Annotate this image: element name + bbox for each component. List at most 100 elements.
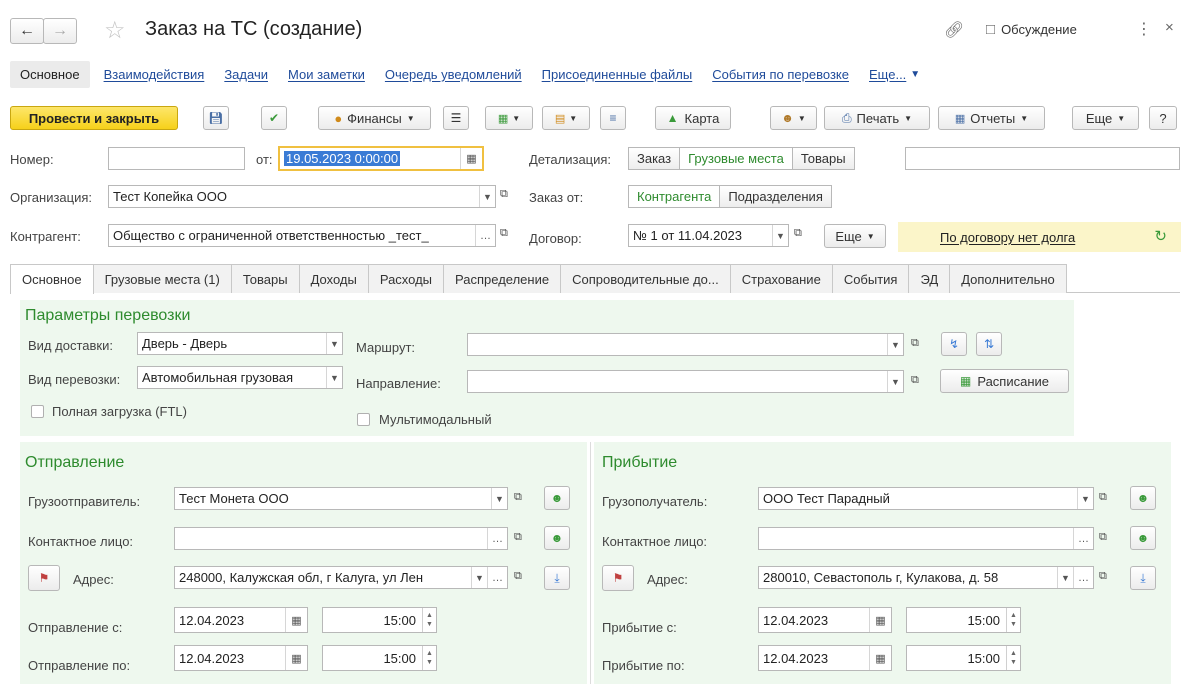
finance-button[interactable]: ● Финансы ▼ [318, 106, 431, 130]
open-icon[interactable]: ⧉ [514, 570, 522, 583]
contract-more-button[interactable]: Еще ▼ [824, 224, 886, 248]
calendar-icon[interactable]: ▦ [460, 148, 482, 169]
arrival-contact-field[interactable]: … [758, 527, 1094, 550]
schedule-button[interactable]: ▦ Расписание [940, 369, 1069, 393]
direction-field[interactable]: ▼ [467, 370, 904, 393]
tab-income[interactable]: Доходы [298, 264, 369, 293]
delivery-field[interactable]: Дверь - Дверь ▼ [137, 332, 343, 355]
users-dropdown-button[interactable]: ☻ ▼ [770, 106, 817, 130]
print-button[interactable]: ⎙ Печать ▼ [824, 106, 930, 130]
open-icon[interactable]: ⧉ [1099, 531, 1107, 544]
nav-item-more[interactable]: Еще... [869, 67, 906, 82]
select-person-icon[interactable]: ☻ [544, 486, 570, 510]
close-icon[interactable]: × [1165, 19, 1174, 36]
time-spinner-icon[interactable]: ▲ ▼ [422, 646, 436, 670]
address-map-icon[interactable]: ⚑ [28, 565, 60, 591]
refresh-icon[interactable]: ↻ [1154, 227, 1167, 245]
favorite-star-icon[interactable]: ☆ [104, 16, 126, 45]
transport-field[interactable]: Автомобильная грузовая ▼ [137, 366, 343, 389]
open-icon[interactable]: ⧉ [794, 227, 802, 240]
reports-dropdown-button[interactable]: ▤ ▼ [542, 106, 590, 130]
nav-item-tasks[interactable]: Задачи [224, 67, 268, 82]
link-icon[interactable]: 🔗︎ [944, 20, 964, 40]
ellipsis-icon[interactable]: … [487, 528, 507, 549]
nav-item-notes[interactable]: Мои заметки [288, 67, 365, 82]
tab-goods[interactable]: Товары [230, 264, 300, 293]
arrival-to-date[interactable]: 12.04.2023 ▦ [758, 645, 892, 671]
order-from-department[interactable]: Подразделения [719, 185, 832, 208]
select-contact-icon[interactable]: ☻ [1130, 526, 1156, 550]
ellipsis-icon[interactable]: … [475, 225, 495, 246]
back-button[interactable]: ← [10, 18, 44, 44]
ellipsis-icon[interactable]: … [487, 567, 507, 588]
create-based-button[interactable]: ▦ ▼ [485, 106, 533, 130]
multimodal-checkbox[interactable] [357, 413, 370, 426]
arrival-to-time[interactable]: 15:00 ▲ ▼ [906, 645, 1021, 671]
detail-option-order[interactable]: Заказ [628, 147, 681, 170]
document-check-icon[interactable]: ✔ [261, 106, 287, 130]
time-spinner-icon[interactable]: ▲ ▼ [422, 608, 436, 632]
organization-field[interactable]: Тест Копейка ООО ▼ [108, 185, 496, 208]
tab-distribution[interactable]: Распределение [443, 264, 562, 293]
chevron-down-icon[interactable]: ▼ [887, 334, 903, 355]
order-from-contractor[interactable]: Контрагента [628, 185, 721, 208]
chevron-down-icon[interactable]: ▼ [887, 371, 903, 392]
contractor-field[interactable]: Общество с ограниченной ответственностью… [108, 224, 496, 247]
detail-extra-field[interactable] [905, 147, 1180, 170]
departure-from-date[interactable]: 12.04.2023 ▦ [174, 607, 308, 633]
ellipsis-icon[interactable]: … [1073, 567, 1093, 588]
discussion-button[interactable]: □ Обсуждение [986, 21, 1077, 38]
chevron-down-icon[interactable]: ▼ [1077, 488, 1093, 509]
post-and-close-button[interactable]: Провести и закрыть [10, 106, 178, 130]
open-icon[interactable]: ⧉ [1099, 491, 1107, 504]
departure-address-field[interactable]: 248000, Калужская обл, г Калуга, ул Лен … [174, 566, 508, 589]
departure-contact-field[interactable]: … [174, 527, 508, 550]
tab-edi[interactable]: ЭД [908, 264, 951, 293]
tab-cargo[interactable]: Грузовые места (1) [92, 264, 232, 293]
departure-from-time[interactable]: 15:00 ▲ ▼ [322, 607, 437, 633]
list-icon[interactable]: ☰ [443, 106, 469, 130]
tab-documents[interactable]: Сопроводительные до... [560, 264, 731, 293]
number-field[interactable] [108, 147, 245, 170]
chevron-down-icon[interactable]: ▼ [1057, 567, 1073, 588]
calendar-icon[interactable]: ▦ [285, 608, 307, 632]
calendar-icon[interactable]: ▦ [285, 646, 307, 670]
departure-to-time[interactable]: 15:00 ▲ ▼ [322, 645, 437, 671]
ftl-checkbox[interactable] [31, 405, 44, 418]
time-spinner-icon[interactable]: ▲ ▼ [1006, 646, 1020, 670]
nav-item-main[interactable]: Основное [10, 60, 90, 88]
date-field[interactable]: 19.05.2023 0:00:00 ▦ [278, 146, 484, 171]
add-address-icon[interactable]: ⤓ [544, 566, 570, 590]
ellipsis-icon[interactable]: … [1073, 528, 1093, 549]
open-icon[interactable]: ⧉ [911, 337, 919, 350]
chevron-down-icon[interactable]: ▼ [772, 225, 788, 246]
chevron-down-icon[interactable]: ▼ [491, 488, 507, 509]
arrival-from-date[interactable]: 12.04.2023 ▦ [758, 607, 892, 633]
nav-item-interactions[interactable]: Взаимодействия [104, 67, 205, 82]
arrival-from-time[interactable]: 15:00 ▲ ▼ [906, 607, 1021, 633]
chevron-down-icon[interactable]: ▼ [479, 186, 495, 207]
select-contact-icon[interactable]: ☻ [544, 526, 570, 550]
contract-field[interactable]: № 1 от 11.04.2023 ▼ [628, 224, 789, 247]
consignee-field[interactable]: ООО Тест Парадный ▼ [758, 487, 1094, 510]
calendar-icon[interactable]: ▦ [869, 608, 891, 632]
chevron-down-icon[interactable]: ▼ [326, 367, 342, 388]
time-spinner-icon[interactable]: ▲ ▼ [1006, 608, 1020, 632]
open-icon[interactable]: ⧉ [500, 227, 508, 240]
tab-main[interactable]: Основное [10, 264, 94, 294]
route-add-icon[interactable]: ⇅ [976, 332, 1002, 356]
tab-additional[interactable]: Дополнительно [949, 264, 1067, 293]
select-person-icon[interactable]: ☻ [1130, 486, 1156, 510]
more-menu-icon[interactable]: ⋮ [1136, 19, 1152, 39]
save-icon[interactable]: 💾︎ [203, 106, 229, 130]
open-icon[interactable]: ⧉ [514, 531, 522, 544]
tab-events[interactable]: События [831, 264, 910, 293]
add-address-icon[interactable]: ⤓ [1130, 566, 1156, 590]
route-field[interactable]: ▼ [467, 333, 904, 356]
reports-button[interactable]: ▦ Отчеты ▼ [938, 106, 1045, 130]
chevron-down-icon[interactable]: ▼ [326, 333, 342, 354]
open-icon[interactable]: ⧉ [911, 374, 919, 387]
chevron-down-icon[interactable]: ▼ [910, 69, 920, 80]
nav-item-events[interactable]: События по перевозке [712, 67, 849, 82]
tab-expenses[interactable]: Расходы [367, 264, 445, 293]
